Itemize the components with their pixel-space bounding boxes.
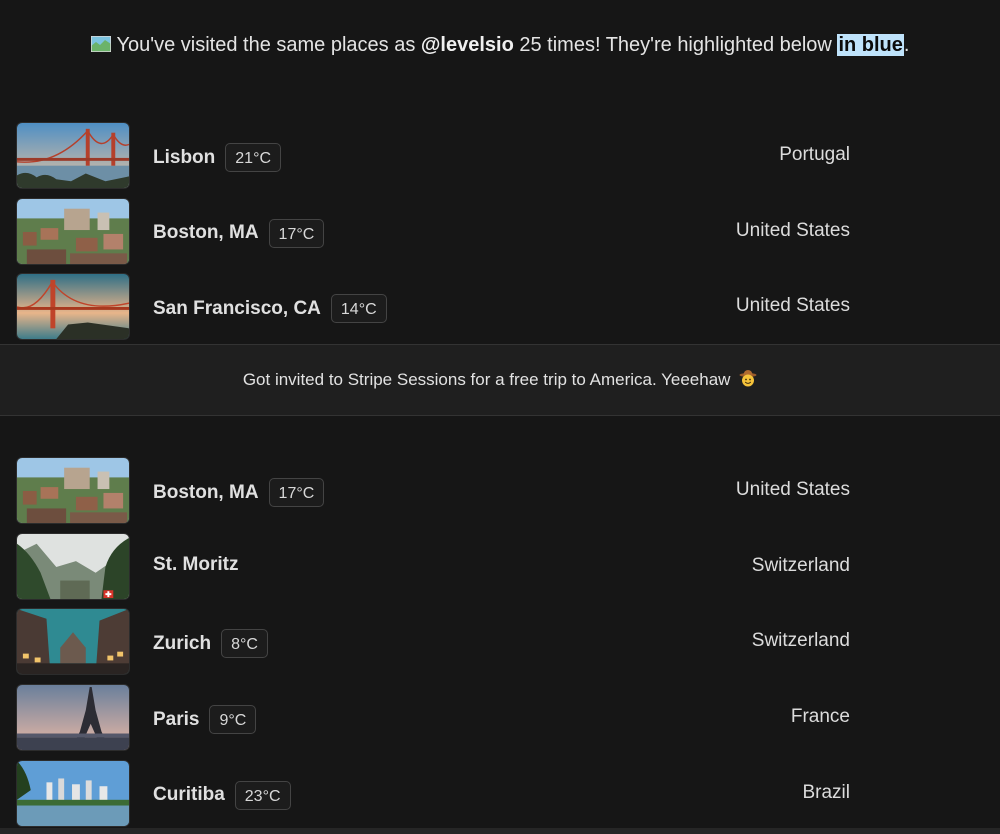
trip-row[interactable]: Boston, MA 17°C United States [0, 454, 1000, 530]
country-name: United States [735, 219, 850, 241]
country-name: United States [735, 295, 850, 317]
country-name: Switzerland [751, 554, 850, 576]
country-name: United States [735, 479, 850, 500]
temperature-badge: 17°C [268, 218, 325, 248]
trip-row[interactable]: Boston, MA 17°C United States [0, 195, 1000, 271]
city-name: Boston, MA [153, 222, 259, 244]
temperature-badge: 8°C [221, 629, 268, 659]
city-photo [16, 684, 130, 752]
country-name: France [790, 706, 850, 728]
city-name: San Francisco, CA [153, 297, 321, 319]
trip-row[interactable]: Zurich 8°C Switzerland [0, 605, 1000, 681]
divider [0, 828, 1000, 834]
country-name: Brazil [802, 781, 850, 803]
country-name: Portugal [779, 144, 850, 165]
city-photo [16, 122, 130, 189]
city-name: Zurich [153, 632, 212, 654]
trip-note: Got invited to Stripe Sessions for a fre… [0, 344, 1000, 416]
city-name: Paris [153, 708, 200, 730]
city-name: Boston, MA [153, 481, 259, 503]
user-handle-link[interactable]: @levelsio [421, 34, 514, 56]
cowboy-hat-face-icon [739, 370, 757, 387]
visited-banner: You've visited the same places as @level… [0, 30, 1000, 60]
trip-row[interactable]: Curitiba 23°C Brazil [0, 757, 1000, 833]
trip-note-text: Got invited to Stripe Sessions for a fre… [242, 370, 731, 389]
trip-list-before: Lisbon 21°C Portugal Boston, MA 17°C Uni… [0, 119, 1000, 346]
temperature-badge: 17°C [268, 478, 325, 507]
trip-row[interactable]: Paris 9°C France [0, 681, 1000, 757]
city-photo [16, 457, 130, 524]
temperature-badge: 9°C [209, 705, 257, 735]
banner-prefix: You've visited the same places as [116, 34, 421, 56]
city-name: Lisbon [153, 146, 216, 168]
banner-middle: 25 times! They're highlighted below [513, 34, 838, 56]
highlight-text: in blue [837, 34, 904, 56]
trip-list-after: Boston, MA 17°C United States St. Moritz… [0, 454, 1000, 832]
temperature-badge: 23°C [234, 780, 291, 810]
banner-suffix: . [903, 34, 910, 56]
trip-row[interactable]: St. Moritz Switzerland [0, 530, 1000, 606]
city-photo [16, 197, 130, 265]
city-photo [16, 608, 130, 676]
country-name: Switzerland [751, 630, 850, 652]
city-name: St. Moritz [153, 553, 239, 575]
city-photo [16, 532, 130, 600]
city-photo [16, 759, 130, 827]
trip-row[interactable]: Lisbon 21°C Portugal [0, 119, 1000, 195]
city-name: Curitiba [153, 784, 225, 806]
temperature-badge: 21°C [225, 143, 282, 172]
map-icon [90, 36, 111, 52]
trip-row[interactable]: San Francisco, CA 14°C United States [0, 270, 1000, 346]
temperature-badge: 14°C [330, 294, 387, 324]
city-photo [16, 273, 130, 341]
